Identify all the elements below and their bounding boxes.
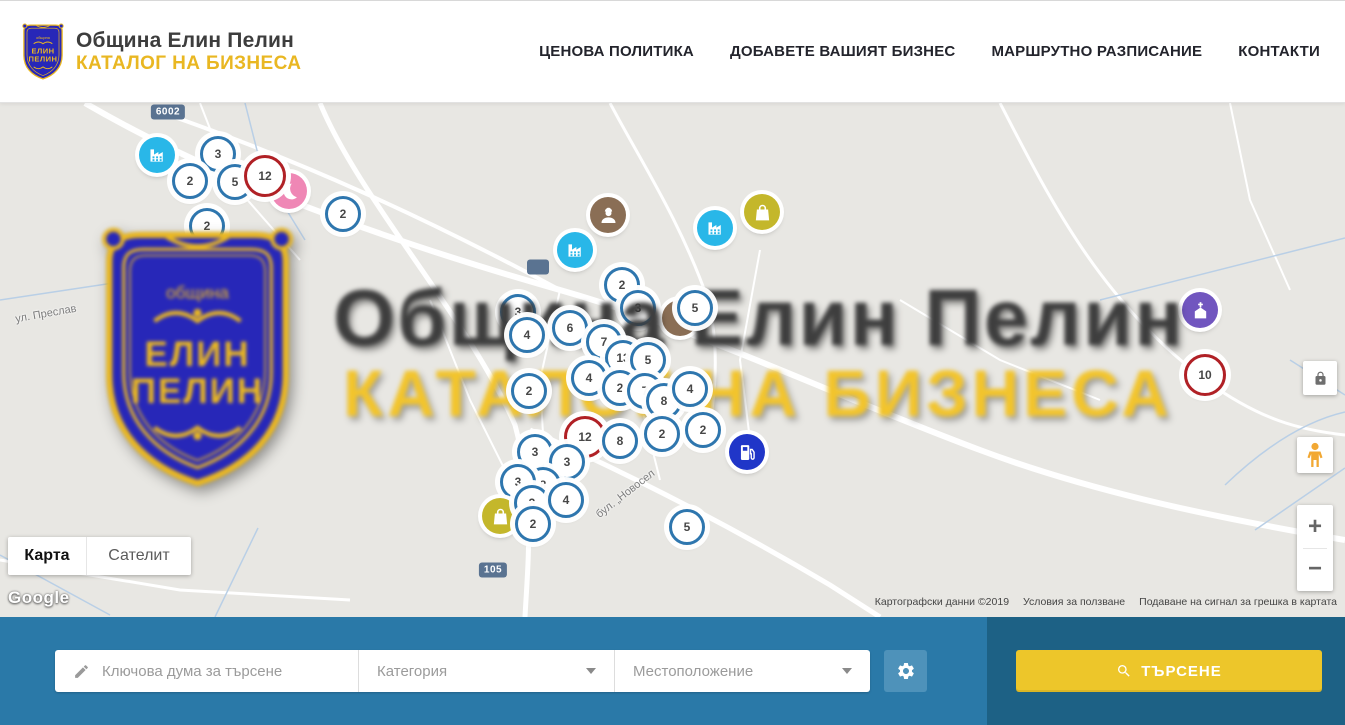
- report-error-link[interactable]: Подаване на сигнал за грешка в картата: [1139, 596, 1337, 608]
- search-icon: [1116, 663, 1132, 679]
- map-canvas[interactable]: 6002 105 ул. Преслав бул. „Новосел ци 32…: [0, 103, 1345, 617]
- search-button-label: ТЪРСЕНЕ: [1141, 663, 1222, 680]
- cluster-marker[interactable]: 6: [552, 310, 588, 346]
- cluster-marker[interactable]: 10: [1184, 354, 1226, 396]
- cluster-marker[interactable]: 2: [511, 373, 547, 409]
- cluster-marker[interactable]: 4: [509, 317, 545, 353]
- zoom-out-button[interactable]: −: [1297, 551, 1333, 587]
- factory-marker[interactable]: [139, 137, 175, 173]
- fuel-marker[interactable]: [729, 434, 765, 470]
- pencil-icon: [73, 663, 90, 680]
- svg-text:ЕЛИН: ЕЛИН: [32, 46, 55, 55]
- watermark-title: Община Елин Пелин: [333, 272, 1185, 364]
- header: община ЕЛИН ПЕЛИН Община Елин Пелин КАТА…: [0, 0, 1345, 103]
- map-type-satellite-button[interactable]: Сателит: [87, 537, 191, 575]
- svg-text:ПЕЛИН: ПЕЛИН: [29, 54, 58, 63]
- watermark-crest: община ЕЛИН ПЕЛИН: [95, 218, 300, 500]
- zoom-control: + −: [1297, 505, 1333, 591]
- keyword-input[interactable]: [100, 662, 358, 681]
- search-bar: Категория Местоположение ТЪРСЕНЕ: [0, 617, 1345, 725]
- svg-text:община: община: [36, 35, 51, 39]
- keyword-segment: [55, 650, 358, 692]
- site-subtitle: КАТАЛОГ НА БИЗНЕСА: [76, 53, 301, 75]
- municipality-crest-icon: община ЕЛИН ПЕЛИН: [20, 22, 66, 82]
- cluster-marker[interactable]: 2: [325, 196, 361, 232]
- svg-text:ЕЛИН: ЕЛИН: [144, 335, 250, 374]
- nav-add-business[interactable]: ДОБАВЕТЕ ВАШИЯТ БИЗНЕС: [730, 43, 955, 60]
- lock-icon: [1313, 371, 1328, 386]
- cluster-marker[interactable]: 8: [602, 423, 638, 459]
- page: община ЕЛИН ПЕЛИН Община Елин Пелин КАТА…: [0, 0, 1345, 725]
- bag-marker[interactable]: [744, 194, 780, 230]
- pegman-control[interactable]: [1297, 437, 1333, 473]
- svg-text:ПЕЛИН: ПЕЛИН: [131, 372, 264, 411]
- church-marker[interactable]: [1182, 292, 1218, 328]
- cluster-marker[interactable]: 2: [685, 412, 721, 448]
- advanced-settings-button[interactable]: [884, 650, 927, 692]
- zoom-in-button[interactable]: +: [1297, 509, 1333, 545]
- watermark-subtitle: КАТАЛОГ НА БИЗНЕСА: [343, 355, 1173, 431]
- factory-marker[interactable]: [697, 210, 733, 246]
- cluster-marker[interactable]: 12: [244, 155, 286, 197]
- lock-button[interactable]: [1303, 361, 1337, 395]
- cluster-marker[interactable]: 2: [172, 163, 208, 199]
- svg-text:община: община: [166, 283, 229, 303]
- nav-contacts[interactable]: КОНТАКТИ: [1238, 43, 1320, 60]
- factory-marker[interactable]: [557, 232, 593, 268]
- search-inputs: Категория Местоположение: [55, 650, 870, 692]
- terms-link[interactable]: Условия за ползване: [1023, 596, 1125, 608]
- map-layer: 6002 105 ул. Преслав бул. „Новосел ци 32…: [0, 103, 1345, 617]
- bag-marker[interactable]: [482, 498, 518, 534]
- chevron-down-icon: [586, 668, 596, 679]
- nav-schedule[interactable]: МАРШРУТНО РАЗПИСАНИЕ: [991, 43, 1202, 60]
- map-attribution: Картографски данни ©2019 Условия за полз…: [875, 596, 1337, 608]
- cluster-marker[interactable]: 4: [548, 482, 584, 518]
- main-nav: ЦЕНОВА ПОЛИТИКА ДОБАВЕТЕ ВАШИЯТ БИЗНЕС М…: [539, 43, 1320, 60]
- map-type-map-button[interactable]: Карта: [8, 537, 87, 575]
- cluster-marker[interactable]: 5: [677, 290, 713, 326]
- attribution-copyright: Картографски данни ©2019: [875, 596, 1009, 608]
- chevron-down-icon: [842, 668, 852, 679]
- location-select-value: Местоположение: [633, 663, 842, 680]
- gear-icon: [896, 661, 916, 681]
- google-logo[interactable]: Google: [8, 588, 70, 608]
- road-badge: 6002: [151, 105, 185, 120]
- zoom-divider: [1303, 548, 1327, 549]
- nav-pricing[interactable]: ЦЕНОВА ПОЛИТИКА: [539, 43, 694, 60]
- cluster-marker[interactable]: 2: [644, 416, 680, 452]
- site-logo[interactable]: община ЕЛИН ПЕЛИН Община Елин Пелин КАТА…: [20, 22, 301, 82]
- search-button[interactable]: ТЪРСЕНЕ: [1016, 650, 1322, 692]
- road-badge: 105: [479, 563, 507, 578]
- category-select[interactable]: Категория: [358, 650, 614, 692]
- cluster-marker[interactable]: 4: [672, 371, 708, 407]
- location-select[interactable]: Местоположение: [614, 650, 870, 692]
- site-title: Община Елин Пелин: [76, 29, 301, 53]
- pegman-icon: [1305, 442, 1325, 468]
- brand-text: Община Елин Пелин КАТАЛОГ НА БИЗНЕСА: [76, 29, 301, 75]
- cluster-marker[interactable]: 5: [669, 509, 705, 545]
- map-type-control: Карта Сателит: [8, 537, 191, 575]
- cluster-marker[interactable]: 2: [515, 506, 551, 542]
- category-select-value: Категория: [377, 663, 586, 680]
- worker-marker[interactable]: [590, 197, 626, 233]
